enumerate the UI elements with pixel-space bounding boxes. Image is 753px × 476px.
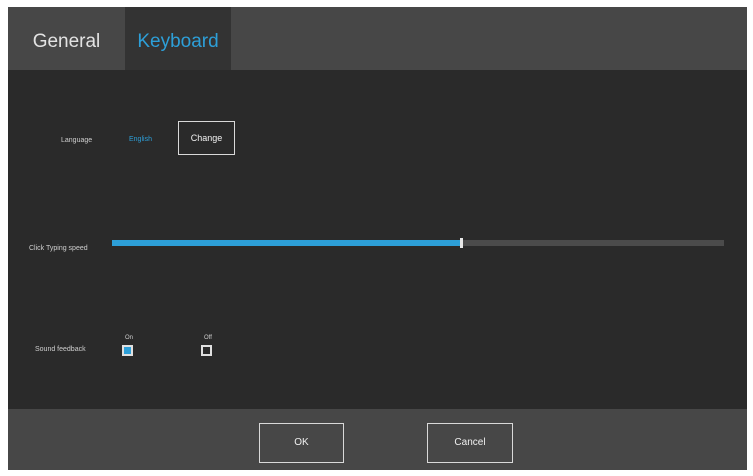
- change-language-button[interactable]: Change: [178, 121, 235, 155]
- language-label: Language: [61, 137, 93, 144]
- settings-dialog: General Keyboard Language English Change…: [8, 7, 747, 470]
- ok-button[interactable]: OK: [259, 423, 344, 463]
- dialog-footer: OK Cancel: [8, 409, 747, 470]
- tab-general[interactable]: General: [8, 7, 125, 70]
- sound-off-label: Off: [204, 335, 212, 341]
- tab-bar: General Keyboard: [8, 7, 747, 70]
- language-value: English: [129, 136, 152, 143]
- slider-fill: [112, 240, 461, 246]
- slider-thumb[interactable]: [459, 238, 463, 248]
- tab-keyboard[interactable]: Keyboard: [125, 7, 231, 70]
- keyboard-settings-panel: Language English Change Click Typing spe…: [8, 70, 747, 409]
- sound-on-label: On: [125, 335, 134, 341]
- sound-feedback-label: Sound feedback: [35, 346, 86, 353]
- typing-speed-slider[interactable]: [112, 238, 724, 248]
- cancel-button[interactable]: Cancel: [427, 423, 513, 463]
- sound-on-checkbox[interactable]: [122, 345, 133, 356]
- sound-off-checkbox[interactable]: [201, 345, 212, 356]
- typing-speed-label: Click Typing speed: [29, 245, 88, 252]
